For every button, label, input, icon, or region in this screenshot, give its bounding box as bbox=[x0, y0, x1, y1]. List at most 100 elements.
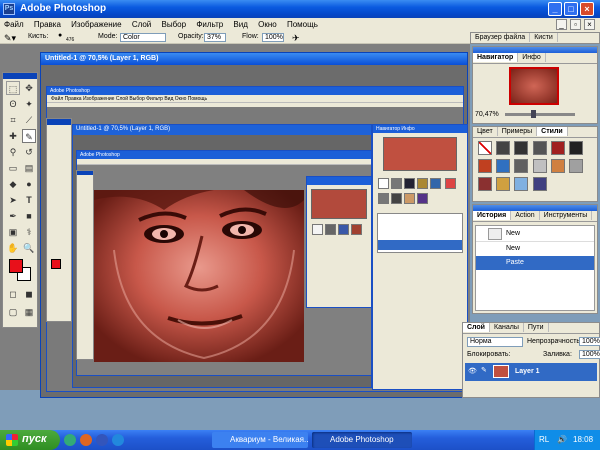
tab-layers[interactable]: Слой bbox=[463, 323, 490, 332]
nested-toolbox bbox=[46, 118, 72, 322]
flow-label: Flow: bbox=[242, 33, 259, 40]
lasso-tool-icon[interactable]: ʘ bbox=[6, 97, 20, 111]
tab-navigator[interactable]: Навигатор bbox=[473, 53, 519, 62]
speaker-icon[interactable]: 🔊 bbox=[557, 435, 567, 444]
language-indicator[interactable]: RL bbox=[539, 435, 549, 444]
layer-opacity-input[interactable]: 100% bbox=[579, 337, 600, 346]
app-title: Adobe Photoshop bbox=[20, 3, 107, 14]
menu-file[interactable]: Файл bbox=[0, 18, 28, 31]
foreground-color-swatch[interactable] bbox=[9, 259, 23, 273]
menu-window[interactable]: Окно bbox=[254, 18, 281, 31]
eraser-tool-icon[interactable]: ▭ bbox=[6, 161, 20, 175]
screen-mode-icon[interactable]: ▢ bbox=[6, 305, 20, 319]
history-snapshot[interactable]: New bbox=[476, 226, 594, 242]
airbrush-icon[interactable]: ✈ bbox=[292, 33, 300, 44]
styles-grid bbox=[473, 138, 597, 196]
type-tool-icon[interactable]: T bbox=[22, 193, 36, 207]
nested-navigator-preview bbox=[383, 137, 457, 171]
magic-wand-tool-icon[interactable]: ✦ bbox=[22, 97, 36, 111]
maximize-button[interactable]: □ bbox=[564, 2, 578, 16]
quicklaunch-icon-3[interactable] bbox=[96, 434, 108, 446]
gradient-tool-icon[interactable]: ▤ bbox=[22, 161, 36, 175]
hand-tool-icon[interactable]: ✋ bbox=[6, 241, 20, 255]
taskbar-task-photoshop[interactable]: Adobe Photoshop bbox=[312, 432, 412, 448]
quick-mask-on-icon[interactable]: ◼ bbox=[22, 287, 36, 301]
menu-image[interactable]: Изображение bbox=[67, 18, 125, 31]
menu-layer[interactable]: Слой bbox=[128, 18, 155, 31]
blend-mode-select[interactable]: Норма bbox=[467, 337, 523, 347]
tab-color[interactable]: Цвет bbox=[473, 127, 498, 136]
tab-channels[interactable]: Каналы bbox=[490, 323, 524, 332]
navigator-palette: Навигатор Инфо 70,47% bbox=[472, 46, 598, 124]
tab-tool-presets[interactable]: Инструменты bbox=[540, 211, 593, 220]
tab-styles[interactable]: Стили bbox=[537, 127, 568, 136]
tab-info[interactable]: Инфо bbox=[518, 53, 546, 62]
slice-tool-icon[interactable]: ⟋ bbox=[22, 113, 36, 127]
close-button[interactable]: × bbox=[580, 2, 594, 16]
eye-icon[interactable]: 👁 bbox=[468, 367, 477, 375]
tab-swatches[interactable]: Примеры bbox=[498, 127, 538, 136]
menu-edit[interactable]: Правка bbox=[30, 18, 65, 31]
layers-palette: Слой Каналы Пути Норма Непрозрачность: 100… bbox=[462, 322, 600, 398]
opacity-input[interactable]: 37% bbox=[204, 33, 226, 42]
history-brush-tool-icon[interactable]: ↺ bbox=[22, 145, 36, 159]
mode-select[interactable]: Color bbox=[120, 33, 166, 42]
layer-name: Layer 1 bbox=[515, 368, 540, 375]
quick-mask-off-icon[interactable]: ◻ bbox=[6, 287, 20, 301]
crop-tool-icon[interactable]: ⌗ bbox=[6, 113, 20, 127]
move-tool-icon[interactable]: ✥ bbox=[22, 81, 36, 95]
doc-restore-button[interactable]: ▫ bbox=[570, 19, 581, 30]
palette-well: Браузер файла Кисти bbox=[470, 32, 600, 44]
tab-history[interactable]: История bbox=[473, 211, 512, 220]
fill-input[interactable]: 100% bbox=[579, 350, 600, 359]
tab-brushes[interactable]: Кисти bbox=[530, 33, 558, 42]
fill-label: Заливка: bbox=[543, 351, 572, 358]
menu-select[interactable]: Выбор bbox=[158, 18, 191, 31]
system-tray: RL 🔊 18:08 bbox=[534, 430, 600, 450]
navigator-thumbnail[interactable] bbox=[509, 67, 559, 105]
flow-input[interactable]: 100% bbox=[262, 33, 284, 42]
fullscreen-mode-icon[interactable]: ▦ bbox=[22, 305, 36, 319]
zoom-tool-icon[interactable]: 🔍 bbox=[22, 241, 36, 255]
doc-close-button[interactable]: × bbox=[584, 19, 595, 30]
dodge-tool-icon[interactable]: ● bbox=[22, 177, 36, 191]
eyedropper-tool-icon[interactable]: ⚕ bbox=[22, 225, 36, 239]
shape-tool-icon[interactable]: ■ bbox=[22, 209, 36, 223]
internet-explorer-icon[interactable] bbox=[112, 434, 124, 446]
minimize-button[interactable]: _ bbox=[548, 2, 562, 16]
tab-file-browser[interactable]: Браузер файла bbox=[471, 33, 531, 42]
history-item[interactable]: New bbox=[476, 242, 594, 256]
brush-tool-icon-active[interactable]: ✎ bbox=[22, 129, 36, 143]
nested-history-list bbox=[377, 213, 463, 253]
healing-brush-tool-icon[interactable]: ✚ bbox=[6, 129, 20, 143]
tab-paths[interactable]: Пути bbox=[524, 323, 549, 332]
nested-fg-swatch[interactable] bbox=[51, 259, 61, 269]
taskbar-task-aquarium[interactable]: Аквариум - Великая... bbox=[212, 432, 308, 448]
marquee-tool-icon[interactable]: ⬚ bbox=[6, 81, 20, 95]
blur-tool-icon[interactable]: ◆ bbox=[6, 177, 20, 191]
zoom-slider-thumb[interactable] bbox=[531, 110, 536, 118]
nested-menu-1: Файл Правка Изображение Слой Выбор Фильт… bbox=[47, 95, 463, 103]
clone-stamp-tool-icon[interactable]: ⚲ bbox=[6, 145, 20, 159]
layer-row[interactable]: 👁 ✎ Layer 1 bbox=[465, 363, 597, 381]
tab-actions[interactable]: Action bbox=[511, 211, 540, 220]
path-selection-tool-icon[interactable]: ➤ bbox=[6, 193, 20, 207]
history-item-selected[interactable]: Paste bbox=[476, 256, 594, 270]
start-button[interactable]: пуск bbox=[0, 430, 60, 450]
clock: 18:08 bbox=[573, 435, 594, 444]
brush-link-icon: ✎ bbox=[481, 367, 487, 374]
nested-title-2: Untitled-1 @ 70,5% (Layer 1, RGB) bbox=[73, 125, 371, 135]
navigator-zoom-slider[interactable] bbox=[505, 113, 575, 116]
navigator-zoom[interactable]: 70,47% bbox=[475, 111, 499, 118]
quicklaunch-icon-1[interactable] bbox=[64, 434, 76, 446]
brush-preview-icon[interactable]: ● bbox=[58, 32, 62, 39]
notes-tool-icon[interactable]: ▣ bbox=[6, 225, 20, 239]
menu-help[interactable]: Помощь bbox=[283, 18, 322, 31]
layer-thumbnail bbox=[493, 365, 509, 378]
quicklaunch-icon-2[interactable] bbox=[80, 434, 92, 446]
pen-tool-icon[interactable]: ✒ bbox=[6, 209, 20, 223]
menu-filter[interactable]: Фильтр bbox=[192, 18, 227, 31]
doc-minimize-button[interactable]: _ bbox=[556, 19, 567, 30]
menu-view[interactable]: Вид bbox=[229, 18, 251, 31]
brush-tool-icon[interactable]: ✎▾ bbox=[4, 33, 16, 44]
